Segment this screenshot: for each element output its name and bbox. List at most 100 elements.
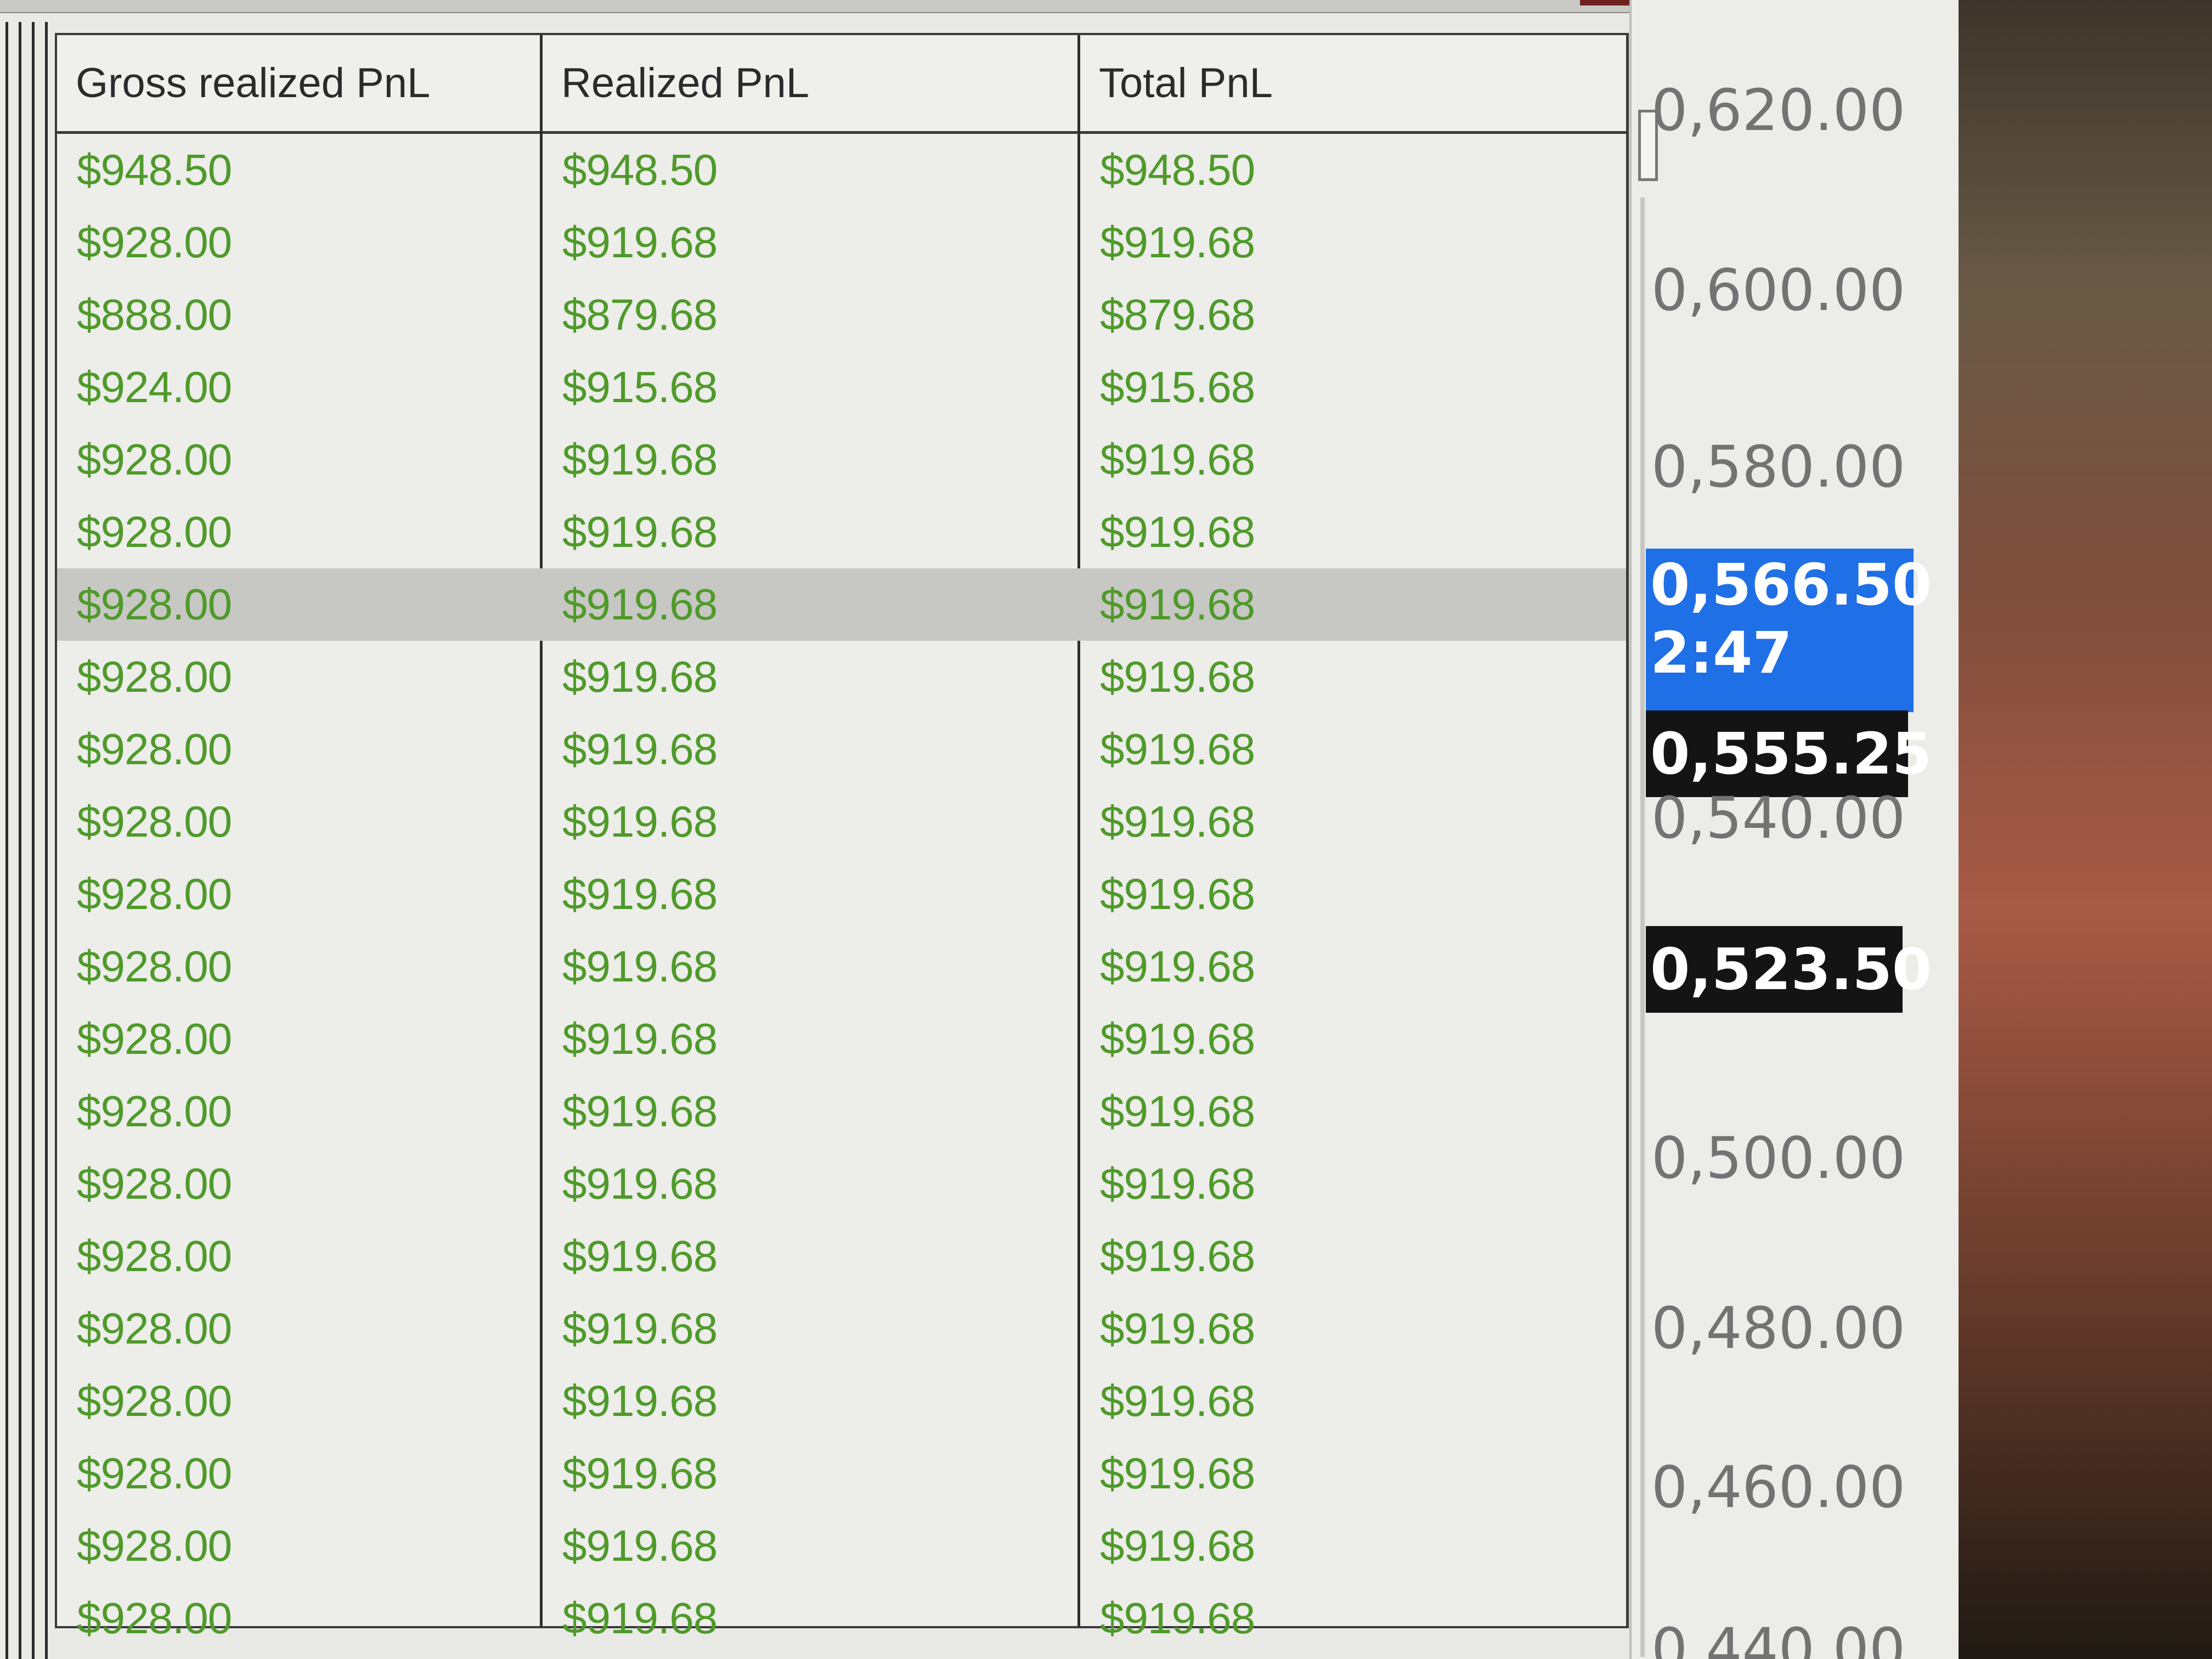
window-top-strip — [0, 0, 1635, 13]
cell-total-pnl: $919.68 — [1100, 1014, 1255, 1063]
cell-gross-realized-pnl: $924.00 — [77, 363, 232, 411]
table-row[interactable]: $924.00 $915.68 $915.68 — [57, 351, 1626, 424]
cell-realized-pnl: $919.68 — [562, 870, 718, 918]
cell-total-pnl: $919.68 — [1100, 942, 1255, 991]
cell-realized-pnl: $948.50 — [562, 145, 718, 194]
cell-gross-realized-pnl: $928.00 — [77, 1014, 232, 1063]
column-header-total-pnl[interactable]: Total PnL — [1080, 35, 1623, 131]
cell-gross-realized-pnl: $928.00 — [77, 1521, 232, 1570]
cell-realized-pnl: $919.68 — [562, 797, 718, 846]
last-price: 0,566.50 — [1650, 551, 1932, 618]
trading-platform-window: Gross realized PnL Realized PnL Total Pn… — [0, 0, 1959, 1659]
cell-total-pnl: $919.68 — [1100, 1449, 1255, 1498]
cell-total-pnl: $919.68 — [1100, 1376, 1255, 1425]
cell-gross-realized-pnl: $928.00 — [77, 507, 232, 556]
cell-total-pnl: $919.68 — [1100, 507, 1255, 556]
column-header-realized-pnl[interactable]: Realized PnL — [543, 35, 1077, 131]
table-row[interactable]: $948.50 $948.50 $948.50 — [57, 134, 1626, 206]
pnl-grid: Gross realized PnL Realized PnL Total Pn… — [55, 33, 1629, 1643]
cell-realized-pnl: $919.68 — [562, 1521, 718, 1570]
price-axis-tick: 0,500.00 — [1651, 1125, 1906, 1192]
grid-header: Gross realized PnL Realized PnL Total Pn… — [57, 35, 1626, 134]
bar-countdown: 2:47 — [1650, 619, 1792, 686]
price-axis-tick: 0,480.00 — [1651, 1295, 1906, 1362]
cell-realized-pnl: $919.68 — [562, 1159, 718, 1208]
cell-gross-realized-pnl: $928.00 — [77, 797, 232, 846]
cell-total-pnl: $919.68 — [1100, 1521, 1255, 1570]
cell-realized-pnl: $919.68 — [562, 1376, 718, 1425]
table-row[interactable]: $928.00 $919.68 $919.68 — [57, 786, 1626, 858]
cell-realized-pnl: $879.68 — [562, 290, 718, 339]
price-axis-scroll-track[interactable] — [1640, 198, 1645, 1657]
cell-total-pnl: $919.68 — [1100, 1087, 1255, 1136]
table-row[interactable]: $928.00 $919.68 $919.68 — [57, 1003, 1626, 1075]
cell-realized-pnl: $919.68 — [562, 1087, 718, 1136]
cell-total-pnl: $919.68 — [1100, 1304, 1255, 1353]
table-row[interactable]: $928.00 $919.68 $919.68 — [57, 496, 1626, 568]
table-row[interactable]: $928.00 $919.68 $919.68 — [57, 1075, 1626, 1148]
cell-total-pnl: $919.68 — [1100, 1159, 1255, 1208]
cell-total-pnl: $948.50 — [1100, 145, 1255, 194]
cell-gross-realized-pnl: $928.00 — [77, 1594, 232, 1643]
cell-gross-realized-pnl: $928.00 — [77, 942, 232, 991]
table-row[interactable]: $928.00 $919.68 $919.68 — [57, 568, 1626, 641]
table-row[interactable]: $928.00 $919.68 $919.68 — [57, 1510, 1626, 1582]
cell-realized-pnl: $919.68 — [562, 652, 718, 701]
cell-realized-pnl: $919.68 — [562, 1594, 718, 1643]
cell-gross-realized-pnl: $928.00 — [77, 652, 232, 701]
table-row[interactable]: $928.00 $919.68 $919.68 — [57, 1437, 1626, 1510]
cell-total-pnl: $919.68 — [1100, 1232, 1255, 1280]
table-row[interactable]: $928.00 $919.68 $919.68 — [57, 1365, 1626, 1437]
cell-gross-realized-pnl: $928.00 — [77, 1376, 232, 1425]
cell-total-pnl: $915.68 — [1100, 363, 1255, 411]
cell-gross-realized-pnl: $928.00 — [77, 1087, 232, 1136]
background-room — [1959, 0, 2212, 1659]
table-row[interactable]: $928.00 $919.68 $919.68 — [57, 1148, 1626, 1220]
cell-realized-pnl: $919.68 — [562, 1304, 718, 1353]
cell-realized-pnl: $915.68 — [562, 363, 718, 411]
price-axis-tick: 0,580.00 — [1651, 433, 1906, 500]
cell-gross-realized-pnl: $928.00 — [77, 1159, 232, 1208]
cell-total-pnl: $919.68 — [1100, 218, 1255, 267]
table-row[interactable]: $928.00 $919.68 $919.68 — [57, 424, 1626, 496]
cell-total-pnl: $919.68 — [1100, 435, 1255, 484]
cell-realized-pnl: $919.68 — [562, 725, 718, 774]
cell-realized-pnl: $919.68 — [562, 942, 718, 991]
table-row[interactable]: $928.00 $919.68 $919.68 — [57, 1293, 1626, 1365]
cell-total-pnl: $919.68 — [1100, 797, 1255, 846]
cell-total-pnl: $919.68 — [1100, 580, 1255, 629]
grid-rows: $948.50 $948.50 $948.50 $928.00 $919.68 $919.… — [57, 134, 1626, 1655]
table-row[interactable]: $928.00 $919.68 $919.68 — [57, 206, 1626, 279]
cell-gross-realized-pnl: $948.50 — [77, 145, 232, 194]
cell-gross-realized-pnl: $928.00 — [77, 1449, 232, 1498]
table-row[interactable]: $928.00 $919.68 $919.68 — [57, 930, 1626, 1003]
last-price-tag: 0,566.50 2:47 — [1646, 549, 1932, 712]
table-row[interactable]: $888.00 $879.68 $879.68 — [57, 279, 1626, 351]
ask-price-tag: 0,523.50 — [1646, 926, 1932, 1013]
table-row[interactable]: $928.00 $919.68 $919.68 — [57, 858, 1626, 930]
cell-total-pnl: $879.68 — [1100, 290, 1255, 339]
table-row[interactable]: $928.00 $919.68 $919.68 — [57, 713, 1626, 786]
cell-gross-realized-pnl: $928.00 — [77, 1304, 232, 1353]
cell-total-pnl: $919.68 — [1100, 1594, 1255, 1643]
cell-gross-realized-pnl: $888.00 — [77, 290, 232, 339]
price-axis-tick: 0,460.00 — [1651, 1454, 1906, 1521]
table-row[interactable]: $928.00 $919.68 $919.68 — [57, 1220, 1626, 1293]
cell-total-pnl: $919.68 — [1100, 652, 1255, 701]
column-header-gross-realized-pnl[interactable]: Gross realized PnL — [57, 35, 540, 131]
cell-gross-realized-pnl: $928.00 — [77, 1232, 232, 1280]
table-row[interactable]: $928.00 $919.68 $919.68 — [57, 641, 1626, 713]
cell-gross-realized-pnl: $928.00 — [77, 870, 232, 918]
cell-gross-realized-pnl: $928.00 — [77, 218, 232, 267]
cell-realized-pnl: $919.68 — [562, 1449, 718, 1498]
cell-realized-pnl: $919.68 — [562, 1232, 718, 1280]
cell-realized-pnl: $919.68 — [562, 507, 718, 556]
cell-realized-pnl: $919.68 — [562, 435, 718, 484]
window-close-mark[interactable] — [1580, 0, 1629, 5]
cell-realized-pnl: $919.68 — [562, 580, 718, 629]
price-axis-tick: 0,620.00 — [1651, 77, 1906, 144]
cell-gross-realized-pnl: $928.00 — [77, 435, 232, 484]
table-row[interactable]: $928.00 $919.68 $919.68 — [57, 1582, 1626, 1655]
cell-realized-pnl: $919.68 — [562, 218, 718, 267]
cell-total-pnl: $919.68 — [1100, 725, 1255, 774]
